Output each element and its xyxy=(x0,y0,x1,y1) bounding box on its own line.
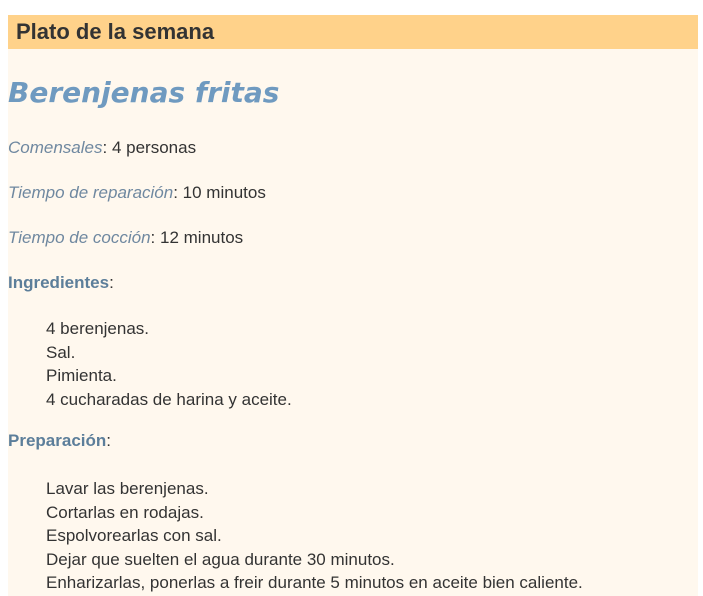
prep-time-value: 10 minutos xyxy=(177,183,266,202)
prep-time-label: Tiempo de reparación xyxy=(8,183,174,202)
preparation-step: Dejar que suelten el agua durante 30 min… xyxy=(46,549,395,569)
cook-time-value: 12 minutos xyxy=(155,228,244,247)
ingredients-heading-separator: : xyxy=(109,273,114,292)
cook-time-label: Tiempo de cocción xyxy=(8,228,151,247)
ingredients-heading: Ingredientes: xyxy=(8,272,114,294)
servings-label: Comensales xyxy=(8,138,103,157)
recipe-title: Berenjenas fritas xyxy=(8,76,280,109)
preparation-list: Lavar las berenjenas. Cortarlas en rodaj… xyxy=(46,477,583,595)
preparation-step: Cortarlas en rodajas. xyxy=(46,502,204,522)
servings-value: 4 personas xyxy=(107,138,197,157)
ingredient-item: Pimienta. xyxy=(46,366,117,385)
prep-time-line: Tiempo de reparación: 10 minutos xyxy=(8,182,266,204)
preparation-step: Lavar las berenjenas. xyxy=(46,479,209,498)
ingredient-item: 4 cucharadas de harina y aceite. xyxy=(46,389,292,409)
preparation-step: Espolvorearlas con sal. xyxy=(46,526,222,545)
section-header: Plato de la semana xyxy=(8,15,698,49)
section-title: Plato de la semana xyxy=(16,19,215,44)
preparation-heading-separator: : xyxy=(106,431,111,450)
servings-line: Comensales: 4 personas xyxy=(8,137,196,159)
ingredients-heading-label: Ingredientes xyxy=(8,273,110,292)
preparation-heading-label: Preparación xyxy=(8,431,107,450)
ingredient-item: 4 berenjenas. xyxy=(46,319,150,338)
recipe-panel: Plato de la semana Berenjenas fritas Com… xyxy=(8,15,698,596)
ingredients-list: 4 berenjenas. Sal. Pimienta. 4 cucharada… xyxy=(46,317,292,411)
cook-time-line: Tiempo de cocción: 12 minutos xyxy=(8,227,243,249)
preparation-heading: Preparación: xyxy=(8,430,111,452)
ingredient-item: Sal. xyxy=(46,342,76,362)
preparation-step: Enharizarlas, ponerlas a freir durante 5… xyxy=(46,573,583,592)
